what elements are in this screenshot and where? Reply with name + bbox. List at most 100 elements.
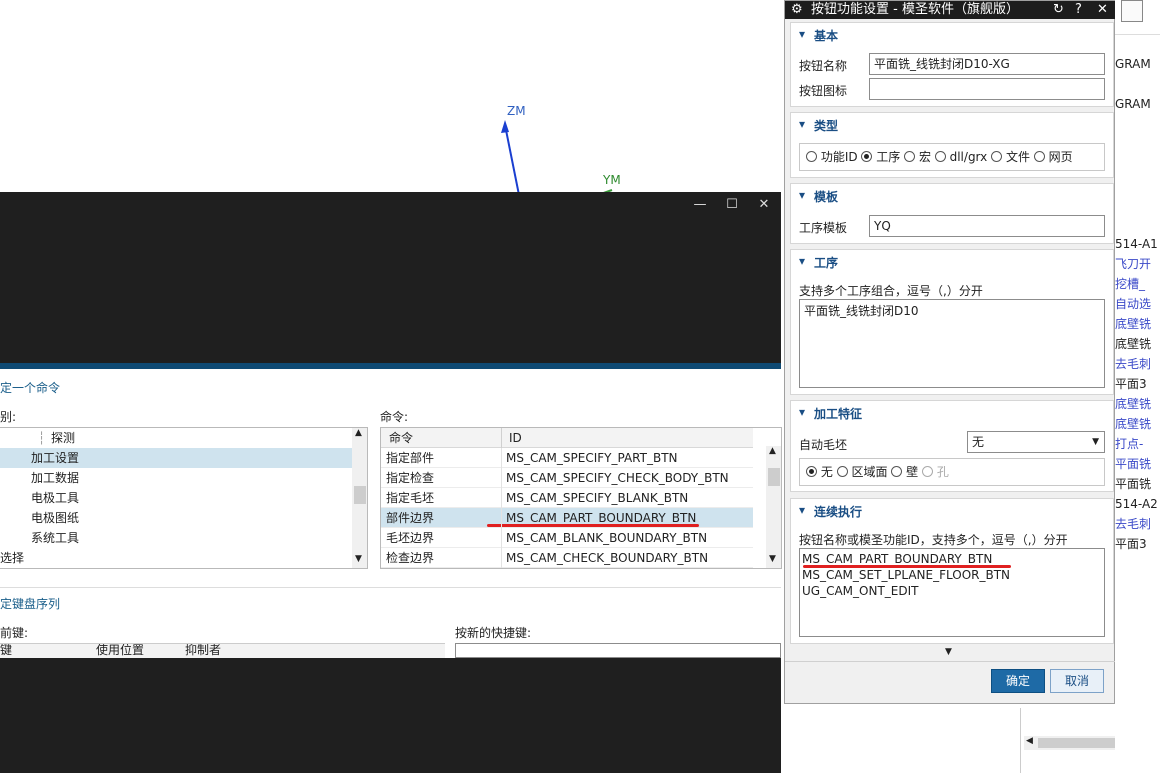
basic-header: 基本 <box>814 29 839 43</box>
close-icon[interactable]: ✕ <box>754 197 774 212</box>
minimize-icon[interactable]: — <box>690 197 710 212</box>
type-radio-group: 功能ID 工序 宏 dll/grx 文件 网页 <box>799 143 1105 171</box>
radio-macro[interactable]: 宏 <box>904 150 931 164</box>
collapse-icon[interactable]: ▾ <box>799 254 805 268</box>
sequence-line: UG_CAM_ONT_EDIT <box>802 584 919 598</box>
cell-command: 指定检查 <box>386 471 435 485</box>
list-item[interactable]: 平面铣 <box>1115 454 1160 474</box>
collapse-icon[interactable]: ▾ <box>799 188 805 202</box>
collapse-icon[interactable]: ▾ <box>799 503 805 517</box>
chevron-down-icon: ▼ <box>1092 437 1099 447</box>
maximize-icon[interactable]: ☐ <box>722 197 742 212</box>
scroll-thumb[interactable] <box>354 486 366 504</box>
operation-hint: 支持多个工序组合，逗号（,）分开 <box>799 284 983 298</box>
list-item[interactable]: 自动选 <box>1115 294 1160 314</box>
radio-dll[interactable]: dll/grx <box>934 150 987 164</box>
graphics-viewport[interactable]: ZM YM <box>0 0 785 195</box>
sequence-line: MS_CAM_SET_LPLANE_FLOOR_BTN <box>802 568 1011 582</box>
button-name-input[interactable]: 平面铣_线铣封闭D10-XG <box>869 53 1105 75</box>
list-item[interactable]: GRAM <box>1115 54 1160 74</box>
list-item[interactable]: GRAM <box>1115 94 1160 114</box>
axis-triad <box>501 120 613 195</box>
scroll-thumb[interactable] <box>768 468 780 486</box>
table-row[interactable]: 指定检查 MS_CAM_SPECIFY_CHECK_BODY_BTN <box>381 468 753 488</box>
scroll-left-icon[interactable]: ◀ <box>1026 736 1033 746</box>
auto-blank-select[interactable]: 无 ▼ <box>967 431 1105 453</box>
col-header-id[interactable]: ID <box>509 428 522 448</box>
list-item[interactable]: 飞刀开 <box>1115 254 1160 274</box>
radio-webpage[interactable]: 网页 <box>1033 150 1073 164</box>
key-sequence-header: 定键盘序列 <box>0 597 61 611</box>
list-item[interactable]: 去毛刺 <box>1115 514 1160 534</box>
radio-hole[interactable]: 孔 <box>922 465 949 479</box>
operation-template-input[interactable]: YQ <box>869 215 1105 237</box>
command-scrollbar[interactable]: ▲ ▼ <box>766 446 781 568</box>
col-header-command[interactable]: 命令 <box>389 428 413 448</box>
new-shortcut-input[interactable] <box>455 643 781 658</box>
list-item[interactable]: 514-A2 <box>1115 494 1160 514</box>
reset-icon[interactable]: ↻ <box>1053 1 1064 19</box>
scroll-thumb[interactable] <box>1038 738 1115 748</box>
cell-command: 指定部件 <box>386 451 435 465</box>
template-header: 模板 <box>814 190 839 204</box>
collapse-icon[interactable]: ▾ <box>799 27 805 41</box>
command-table[interactable]: 命令 ID 指定部件 MS_CAM_SPECIFY_PART_BTN 指定检查 … <box>380 427 782 569</box>
collapse-icon[interactable]: ▾ <box>799 405 805 419</box>
tree-item-label: 选择 <box>0 551 25 565</box>
radio-label: 孔 <box>936 465 949 479</box>
cancel-button[interactable]: 取消 <box>1050 669 1104 693</box>
tree-item-label: 系统工具 <box>31 531 80 545</box>
operation-textarea[interactable]: 平面铣_线铣封闭D10 <box>799 299 1105 388</box>
table-row[interactable]: 指定部件 MS_CAM_SPECIFY_PART_BTN <box>381 448 753 468</box>
list-item[interactable]: 打点- <box>1115 434 1160 454</box>
sequence-hint: 按钮名称或模圣功能ID，支持多个，逗号（,）分开 <box>799 533 1068 547</box>
cell-command: 部件边界 <box>386 511 435 525</box>
basic-section: ▾ 基本 按钮名称 平面铣_线铣封闭D10-XG 按钮图标 <box>790 22 1114 107</box>
list-item[interactable]: 底壁铣 <box>1115 334 1160 354</box>
current-keys-table-header: 键 使用位置 抑制者 <box>0 643 445 658</box>
list-item[interactable]: 514-A1 <box>1115 234 1160 254</box>
list-item[interactable]: 平面3 <box>1115 374 1160 394</box>
sequence-header: 连续执行 <box>814 505 863 519</box>
scroll-down-icon[interactable]: ▼ <box>769 554 776 564</box>
tree-item[interactable]: ┆ 探测 <box>0 428 352 448</box>
type-header: 类型 <box>814 119 839 133</box>
close-icon[interactable]: ✕ <box>1097 1 1108 19</box>
table-row[interactable]: 检查边界 MS_CAM_CHECK_BOUNDARY_BTN <box>381 548 753 568</box>
radio-file[interactable]: 文件 <box>991 150 1030 164</box>
category-tree[interactable]: ┆ 探测 加工设置 加工数据 电极工具 电极图纸 系统工具 选择 ▲ ▼ <box>0 427 368 569</box>
radio-operation[interactable]: 工序 <box>861 150 900 164</box>
radio-wall[interactable]: 壁 <box>891 465 918 479</box>
select-value: 无 <box>972 435 985 449</box>
table-row[interactable]: 毛坯边界 MS_CAM_BLANK_BOUNDARY_BTN <box>381 528 753 548</box>
help-icon[interactable]: ? <box>1075 1 1082 19</box>
current-keys-label: 前键: <box>0 626 29 640</box>
list-item[interactable]: 挖槽_ <box>1115 274 1160 294</box>
h-scrollbar[interactable]: ◀ <box>1024 736 1115 750</box>
list-item[interactable]: 平面3 <box>1115 534 1160 554</box>
radio-function-id[interactable]: 功能ID <box>806 150 858 164</box>
list-item[interactable]: 去毛刺 <box>1115 354 1160 374</box>
scroll-down-icon[interactable]: ▼ <box>355 554 362 564</box>
list-item[interactable]: 底壁铣 <box>1115 394 1160 414</box>
tree-scrollbar[interactable]: ▲ ▼ <box>352 428 367 568</box>
feature-section: ▾ 加工特征 自动毛坯 无 ▼ 无 区域面 壁 孔 <box>790 400 1114 492</box>
button-icon-input[interactable] <box>869 78 1105 100</box>
list-item[interactable]: 底壁铣 <box>1115 414 1160 434</box>
scroll-up-icon[interactable]: ▲ <box>355 428 362 438</box>
table-row[interactable]: 指定毛坯 MS_CAM_SPECIFY_BLANK_BTN <box>381 488 753 508</box>
radio-none[interactable]: 无 <box>806 465 833 479</box>
sequence-textarea[interactable]: MS_CAM_PART_BOUNDARY_BTN MS_CAM_SET_LPLA… <box>799 548 1105 637</box>
toolbar-icon[interactable] <box>1121 0 1143 22</box>
z-axis-label: ZM <box>507 104 526 118</box>
cell-id: MS_CAM_CHECK_BOUNDARY_BTN <box>506 551 709 565</box>
list-item[interactable]: 底壁铣 <box>1115 314 1160 334</box>
collapse-icon[interactable]: ▾ <box>799 117 805 131</box>
ok-button[interactable]: 确定 <box>991 669 1045 693</box>
expand-more-icon[interactable]: ▼ <box>945 647 952 657</box>
scroll-up-icon[interactable]: ▲ <box>769 446 776 456</box>
radio-region-face[interactable]: 区域面 <box>836 465 888 479</box>
settings-titlebar: ⚙ 按钮功能设置 - 模圣软件（旗舰版） ↻ ? ✕ <box>785 1 1116 19</box>
tree-item-selected[interactable]: 加工设置 <box>0 448 352 468</box>
list-item[interactable]: 平面铣 <box>1115 474 1160 494</box>
